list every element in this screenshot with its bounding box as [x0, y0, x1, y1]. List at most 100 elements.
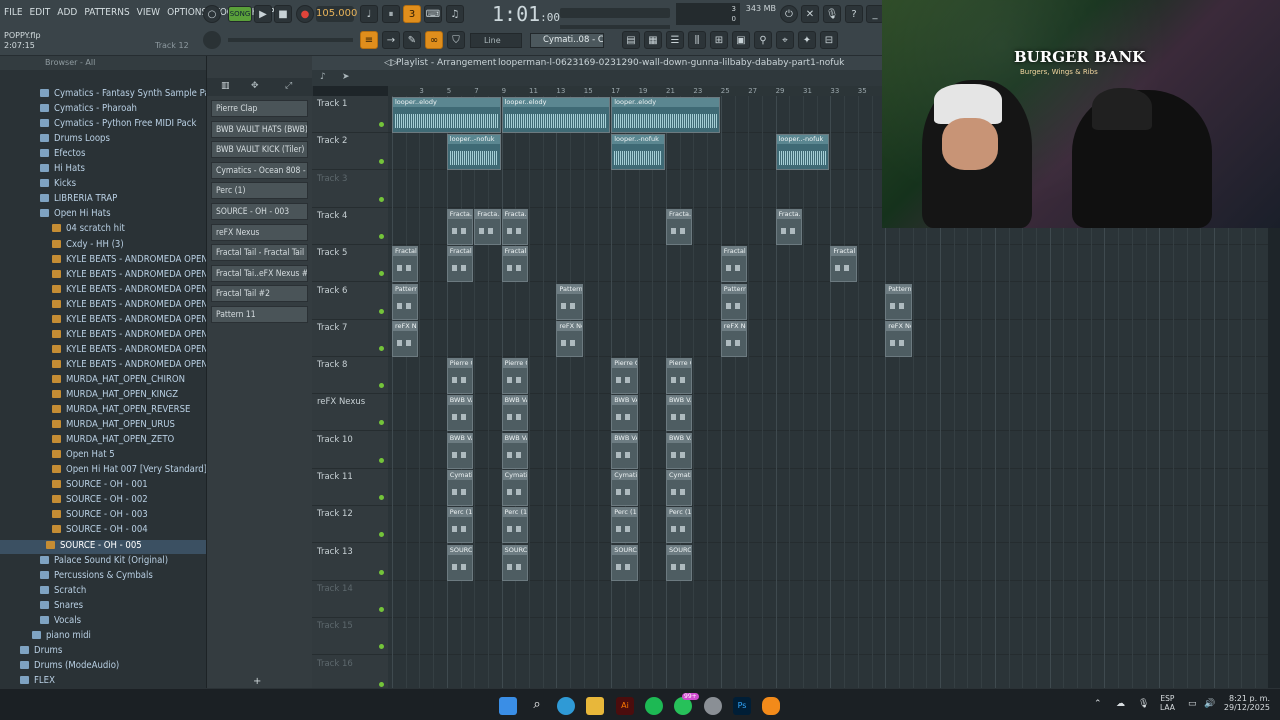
track-header[interactable]: Track 7: [312, 320, 388, 357]
playlist-clip[interactable]: BWB VA..Tiler): [446, 432, 474, 469]
menu-patterns[interactable]: PATTERNS: [84, 7, 129, 18]
browser-item[interactable]: KYLE BEATS - ANDROMEDA OPEN HAT 4: [0, 299, 206, 313]
browser-item[interactable]: SOURCE - OH - 001: [0, 479, 206, 493]
playlist-clip[interactable]: reFX Nexus: [556, 320, 583, 357]
browser-item[interactable]: MURDA_HAT_OPEN_URUS: [0, 419, 206, 433]
playlist-clip[interactable]: Cymati..08 - C: [666, 470, 693, 506]
channel-button[interactable]: Pattern 11: [211, 306, 308, 323]
track-led-icon[interactable]: [379, 159, 384, 165]
touch-keyboard-icon[interactable]: ⌖: [776, 31, 794, 49]
playlist-clip[interactable]: reFX Nexus: [885, 320, 912, 357]
wait-input-icon[interactable]: ⏸: [382, 5, 400, 23]
channel-select[interactable]: Cymati..08 - C: [530, 33, 604, 48]
playlist-clip[interactable]: Fracta..xus #3: [666, 208, 693, 245]
track-led-icon[interactable]: [379, 233, 384, 239]
edge-icon[interactable]: [557, 697, 575, 715]
playlist-clip[interactable]: Cymati..08 - C: [501, 470, 528, 506]
track-lane[interactable]: [388, 656, 1268, 689]
track-led-icon[interactable]: [379, 532, 384, 538]
menu-add[interactable]: ADD: [57, 7, 77, 18]
playlist-clip[interactable]: Perc (1): [611, 507, 638, 544]
tray-chevron-icon[interactable]: ⌃: [1094, 699, 1102, 709]
track-led-icon[interactable]: [379, 345, 384, 351]
fl-studio-icon[interactable]: [762, 697, 780, 715]
browser-item[interactable]: KYLE BEATS - ANDROMEDA OPEN HAT 8: [0, 359, 206, 373]
playlist-clip[interactable]: BWB VA..(BWB): [501, 395, 528, 432]
browser-item[interactable]: Drums: [0, 645, 206, 659]
arrow-right-icon[interactable]: →: [382, 31, 400, 49]
plugin-picker-icon[interactable]: ▣: [732, 31, 750, 49]
volume-tray-icon[interactable]: 🔊: [1204, 699, 1215, 709]
track-led-icon[interactable]: [379, 644, 384, 650]
track-header[interactable]: Track 15: [312, 618, 388, 656]
playlist-clip[interactable]: SOURC..- 003: [666, 544, 693, 581]
track-led-icon[interactable]: [379, 420, 384, 426]
play-icon[interactable]: ▶: [254, 5, 272, 23]
track-led-icon[interactable]: [379, 196, 384, 202]
browser-item[interactable]: KYLE BEATS - ANDROMEDA OPEN HAT 1: [0, 254, 206, 268]
spotify-icon[interactable]: [645, 697, 663, 715]
step-edit-icon[interactable]: ⌨: [424, 5, 442, 23]
browser-item[interactable]: SOURCE - OH - 005: [0, 539, 206, 554]
playlist-clip[interactable]: Perc (1): [666, 507, 693, 544]
snap-icon[interactable]: ≡: [360, 31, 378, 49]
add-channel-icon[interactable]: +: [253, 676, 261, 687]
browser-item[interactable]: MURDA_HAT_OPEN_ZETO: [0, 434, 206, 448]
browser-item[interactable]: Drums Loops: [0, 133, 206, 147]
tempo-tapper-icon[interactable]: ✦: [798, 31, 816, 49]
browser-item[interactable]: MURDA_HAT_OPEN_KINGZ: [0, 389, 206, 403]
playlist-clip[interactable]: BWB VA..(BWB): [446, 395, 474, 432]
plugin-icon[interactable]: ⚲: [754, 31, 772, 49]
playlist-clip[interactable]: Perc (1): [501, 507, 528, 544]
system-clock[interactable]: 8:21 p. m. 29/12/2025: [1224, 694, 1270, 712]
playlist-clip[interactable]: reFX Nexus: [392, 320, 419, 357]
track-led-icon[interactable]: [379, 308, 384, 314]
playlist-clip[interactable]: looper..-nofuk: [611, 134, 665, 171]
start-icon[interactable]: [499, 697, 517, 715]
browser-item[interactable]: Kicks: [0, 178, 206, 192]
menu-options[interactable]: OPTIONS: [167, 7, 207, 18]
track-header[interactable]: Track 2: [312, 133, 388, 171]
browser-item[interactable]: Palace Sound Kit (Original): [0, 555, 206, 569]
browser-item[interactable]: Drums (ModeAudio): [0, 660, 206, 674]
browser-item[interactable]: Efectos: [0, 148, 206, 162]
browser-item[interactable]: KYLE BEATS - ANDROMEDA OPEN HAT 7: [0, 344, 206, 358]
playlist-clip[interactable]: Fractal Tail #2: [501, 246, 528, 283]
channel-rack-icon[interactable]: ☰: [666, 31, 684, 49]
main-pitch-slider[interactable]: [228, 38, 353, 42]
menu-edit[interactable]: EDIT: [30, 7, 51, 18]
browser-item[interactable]: Cymatics - Pharoah: [0, 103, 206, 117]
playlist-clip[interactable]: BWB VA..(BWB): [611, 395, 638, 432]
track-header[interactable]: Track 4: [312, 208, 388, 245]
blend-notes-icon[interactable]: ♫: [446, 5, 464, 23]
browser-item[interactable]: LIBRERIA TRAP: [0, 193, 206, 207]
track-header[interactable]: Track 11: [312, 469, 388, 506]
master-pitch-slider[interactable]: [560, 8, 670, 18]
playlist-clip[interactable]: looper..elody: [501, 97, 611, 133]
tempo-display[interactable]: 105.000: [316, 6, 357, 22]
playlist-clip[interactable]: BWB VA..Tiler): [666, 432, 693, 469]
browser-item[interactable]: KYLE BEATS - ANDROMEDA OPEN HAT 3: [0, 284, 206, 298]
browser-item[interactable]: Scratch: [0, 585, 206, 599]
playlist-clip[interactable]: Fracta..xus #3: [446, 208, 474, 245]
browser-item[interactable]: SOURCE - OH - 004: [0, 524, 206, 538]
file-explorer-icon[interactable]: [586, 697, 604, 715]
playlist-clip[interactable]: Pierre Clap: [666, 358, 693, 395]
chrome-icon[interactable]: [704, 697, 722, 715]
rack-menu-icon[interactable]: ▥: [221, 81, 230, 91]
track-led-icon[interactable]: [379, 383, 384, 389]
browser-item[interactable]: piano midi: [0, 630, 206, 644]
link-icon[interactable]: ∞: [425, 31, 443, 49]
timeline-ruler[interactable]: 3 5 7 9 11 13 15 17 19 21 23 25 27 29 31 33 35: [388, 86, 882, 96]
browser-item[interactable]: KYLE BEATS - ANDROMEDA OPEN HAT 6: [0, 329, 206, 343]
playlist-clip[interactable]: Fractal Tail #2: [720, 246, 748, 283]
track-lane[interactable]: [388, 283, 1268, 320]
playlist-clip[interactable]: Pattern 11: [885, 283, 912, 320]
record-icon[interactable]: ●: [296, 5, 314, 23]
playlist-arrow-icon[interactable]: ➤: [342, 72, 350, 82]
browser-item[interactable]: SOURCE - OH - 003: [0, 509, 206, 523]
browser-item[interactable]: Cxdy - HH (3): [0, 239, 206, 253]
playlist-icon[interactable]: ▤: [622, 31, 640, 49]
playlist-clip[interactable]: reFX Nexus: [720, 320, 748, 357]
playlist-clip[interactable]: Fractal Tail #2: [830, 246, 857, 283]
